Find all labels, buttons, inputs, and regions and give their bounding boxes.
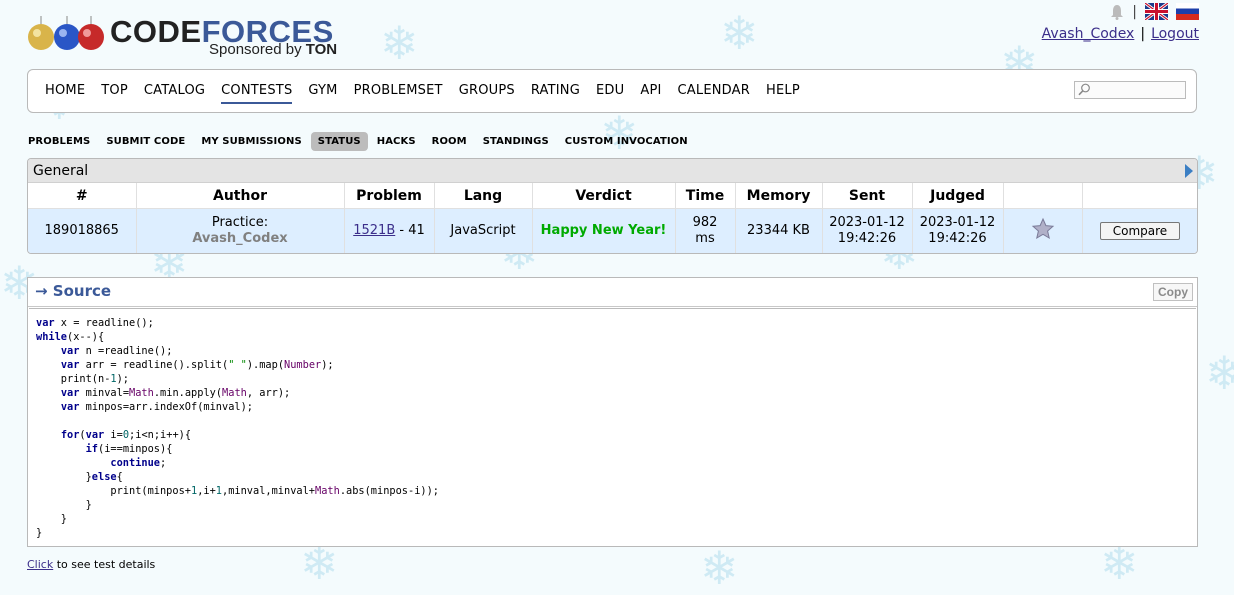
source-title: → Source [35,282,112,300]
source-code[interactable]: var x = readline(); while(x--){ var n =r… [29,309,1196,540]
menu-item-help[interactable]: HELP [766,83,800,104]
submenu-item-hacks[interactable]: HACKS [370,132,423,151]
column-header-memory: Memory [735,183,823,209]
general-title: General [33,163,89,179]
submenu-item-status[interactable]: STATUS [310,132,368,151]
column-header-problem: Problem [344,183,435,209]
practice-label: Practice: [211,215,269,230]
search-input[interactable] [1074,81,1186,99]
judged-time: 19:42:26 [928,231,987,246]
menu-item-calendar[interactable]: CALENDAR [678,83,750,104]
submenu-item-submit-code[interactable]: SUBMIT CODE [99,132,192,151]
sponsor-text: Sponsored by TON [209,41,338,58]
verdict-cell: Happy New Year! [532,208,676,253]
sent-date: 2023-01-12 [829,215,905,230]
general-caption: General [28,159,1197,183]
contest-submenu: PROBLEMS SUBMIT CODE MY SUBMISSIONS STATUS H… [27,132,697,151]
author-cell: Practice: Avash_Codex [136,208,345,253]
menu-item-catalog[interactable]: CATALOG [144,83,205,104]
general-box: General # Author Problem Lang Verdict Time Mem… [27,158,1198,254]
problem-link[interactable]: 1521B [353,223,395,238]
submenu-item-room[interactable]: ROOM [425,132,474,151]
memory-cell: 23344 KB [735,208,823,253]
column-header-verdict: Verdict [532,183,676,209]
time-unit: ms [695,231,715,246]
bell-icon[interactable] [1110,4,1124,20]
search-icon [1078,83,1090,96]
menu-item-edu[interactable]: EDU [596,83,624,104]
menu-item-home[interactable]: HOME [45,83,85,104]
column-header-judged: Judged [912,183,1004,209]
sent-time: 19:42:26 [837,231,897,246]
user-links: Avash_Codex | Logout [1042,26,1199,42]
time-value: 982 [692,215,718,230]
sent-cell: 2023-01-12 19:42:26 [822,208,913,253]
test-details-text: to see test details [53,558,156,571]
judged-date: 2023-01-12 [919,215,996,230]
column-header-author: Author [136,183,345,209]
menu-item-problemset[interactable]: PROBLEMSET [354,83,443,104]
logout-link[interactable]: Logout [1151,26,1199,42]
judged-cell: 2023-01-12 19:42:26 [912,208,1004,253]
menu-item-gym[interactable]: GYM [308,83,337,104]
submenu-item-problems[interactable]: PROBLEMS [27,132,97,151]
submenu-item-custom-invocation[interactable]: CUSTOM INVOCATION [558,132,695,151]
author-link[interactable]: Avash_Codex [192,231,287,246]
top-right-icons: | [1110,3,1199,20]
source-box: → Source Copy var x = readline(); while(… [27,277,1198,547]
username-link[interactable]: Avash_Codex [1042,26,1135,42]
problem-suffix: - 41 [395,223,425,238]
star-icon[interactable] [1031,217,1055,241]
compare-button[interactable]: Compare [1099,222,1180,240]
column-header-time: Time [675,183,736,209]
test-details-note: Click to see test details [27,558,155,571]
menu-item-api[interactable]: API [640,83,661,104]
favourite-cell [1003,208,1083,253]
table-row: 189018865 Practice: Avash_Codex 1521B - … [28,208,1197,253]
expand-arrow-icon[interactable] [1185,164,1193,178]
menu-item-rating[interactable]: RATING [531,83,580,104]
menu-item-groups[interactable]: GROUPS [459,83,515,104]
column-header-number: # [28,183,137,209]
column-header-lang: Lang [434,183,533,209]
time-cell: 982 ms [675,208,736,253]
menu-item-contests[interactable]: CONTESTS [221,83,293,104]
submission-table: # Author Problem Lang Verdict Time Memory Sent J… [28,183,1197,253]
russian-flag-icon[interactable] [1176,3,1199,20]
verdict-text: Happy New Year! [540,223,667,238]
separator: | [1132,3,1137,20]
english-flag-icon[interactable] [1145,3,1168,20]
click-link[interactable]: Click [27,558,53,571]
problem-cell: 1521B - 41 [344,208,435,253]
separator: | [1140,26,1146,42]
compare-cell: Compare [1082,208,1197,253]
main-menu: HOME TOP CATALOG CONTESTS GYM PROBLEMSET GROUP… [27,69,1197,113]
christmas-balls-icon [28,16,104,50]
submenu-item-my-submissions[interactable]: MY SUBMISSIONS [194,132,308,151]
column-header-blank-10 [1082,183,1197,209]
submenu-item-standings[interactable]: STANDINGS [476,132,556,151]
table-header-row: # Author Problem Lang Verdict Time Memory Sent J… [28,183,1197,209]
codeforces-logo[interactable]: CODEFORCES Sponsored by TON [27,14,347,60]
copy-button[interactable]: Copy [1153,283,1193,301]
submission-id[interactable]: 189018865 [28,208,137,253]
column-header-sent: Sent [822,183,913,209]
source-caption: → Source Copy [28,278,1197,307]
source-code-box: var x = readline(); while(x--){ var n =r… [29,308,1196,545]
column-header-blank-9 [1003,183,1083,209]
menu-item-top[interactable]: TOP [101,83,128,104]
lang-cell: JavaScript [434,208,533,253]
